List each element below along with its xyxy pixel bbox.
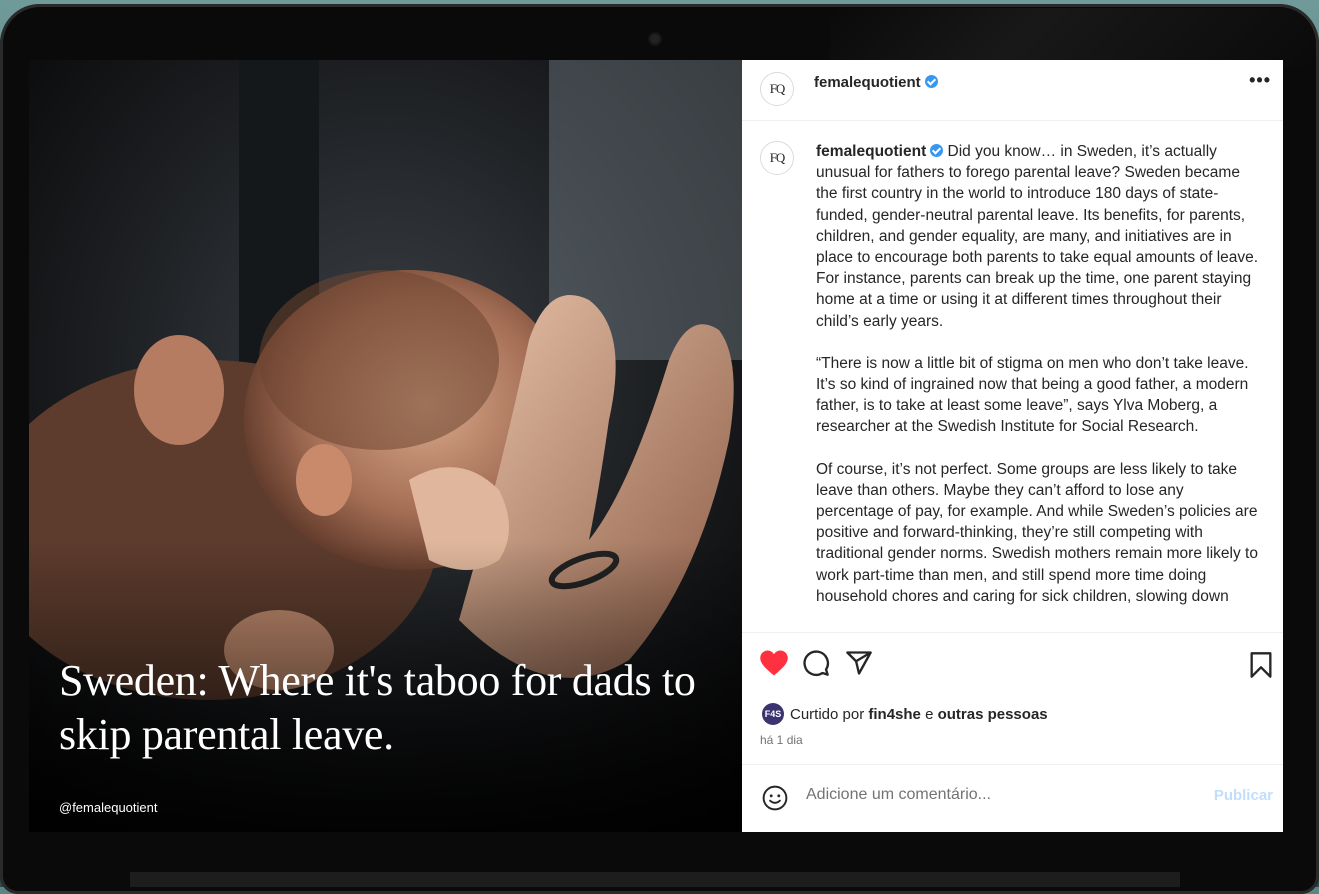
caption-text-1: Did you know… in Sweden, it’s actually u…: [816, 143, 1259, 330]
bezel-reflection: [830, 8, 1319, 68]
caption-username[interactable]: femalequotient: [816, 143, 926, 160]
likes-user[interactable]: fin4she: [868, 706, 921, 723]
heart-icon[interactable]: [759, 649, 789, 677]
image-handle: @femalequotient: [59, 800, 158, 815]
smile-icon[interactable]: [762, 785, 788, 811]
comment-bar: Publicar: [742, 764, 1283, 832]
post-header: FQ femalequotient •••: [742, 60, 1283, 121]
verified-badge-icon: [924, 75, 938, 88]
post-image[interactable]: Sweden: Where it's taboo for dads to ski…: [29, 60, 742, 832]
likes-summary[interactable]: F4S Curtido por fin4she e outras pessoas: [762, 703, 1048, 725]
laptop-screen: Sweden: Where it's taboo for dads to ski…: [29, 60, 1283, 832]
post-actions: F4S Curtido por fin4she e outras pessoas…: [742, 632, 1283, 763]
verified-badge-icon: [930, 144, 944, 157]
publish-button[interactable]: Publicar: [1214, 787, 1273, 804]
caption-paragraph-3: Of course, it’s not perfect. Some groups…: [816, 460, 1258, 605]
likes-connector: e: [925, 705, 934, 723]
image-headline: Sweden: Where it's taboo for dads to ski…: [59, 656, 696, 759]
header-username-row[interactable]: femalequotient: [814, 74, 938, 91]
liker-avatar[interactable]: F4S: [762, 703, 784, 725]
likes-others[interactable]: outras pessoas: [938, 706, 1048, 723]
caption-avatar[interactable]: FQ: [760, 141, 794, 175]
likes-prefix: Curtido por: [790, 705, 865, 723]
webcam-icon: [650, 34, 660, 44]
post-timestamp[interactable]: há 1 dia: [760, 733, 803, 747]
header-username[interactable]: femalequotient: [814, 74, 921, 91]
comment-icon[interactable]: [802, 649, 830, 677]
more-options-icon[interactable]: •••: [1249, 70, 1271, 91]
post-detail-panel: FQ femalequotient ••• FQ femalequotient …: [742, 60, 1283, 832]
comment-input[interactable]: [804, 785, 1188, 805]
share-icon[interactable]: [845, 649, 873, 677]
account-avatar[interactable]: FQ: [760, 72, 794, 106]
laptop-base: [130, 872, 1180, 887]
bookmark-icon[interactable]: [1249, 651, 1273, 679]
caption-scroll-area[interactable]: FQ femalequotient Did you know… in Swede…: [742, 121, 1283, 631]
avatar-logo-text: FQ: [769, 81, 786, 96]
caption-paragraph-1: femalequotient Did you know… in Sweden, …: [816, 141, 1262, 332]
caption-paragraph-2: “There is now a little bit of stigma on …: [816, 354, 1249, 436]
avatar-logo-text: FQ: [769, 150, 786, 165]
post-caption: femalequotient Did you know… in Sweden, …: [816, 141, 1262, 628]
